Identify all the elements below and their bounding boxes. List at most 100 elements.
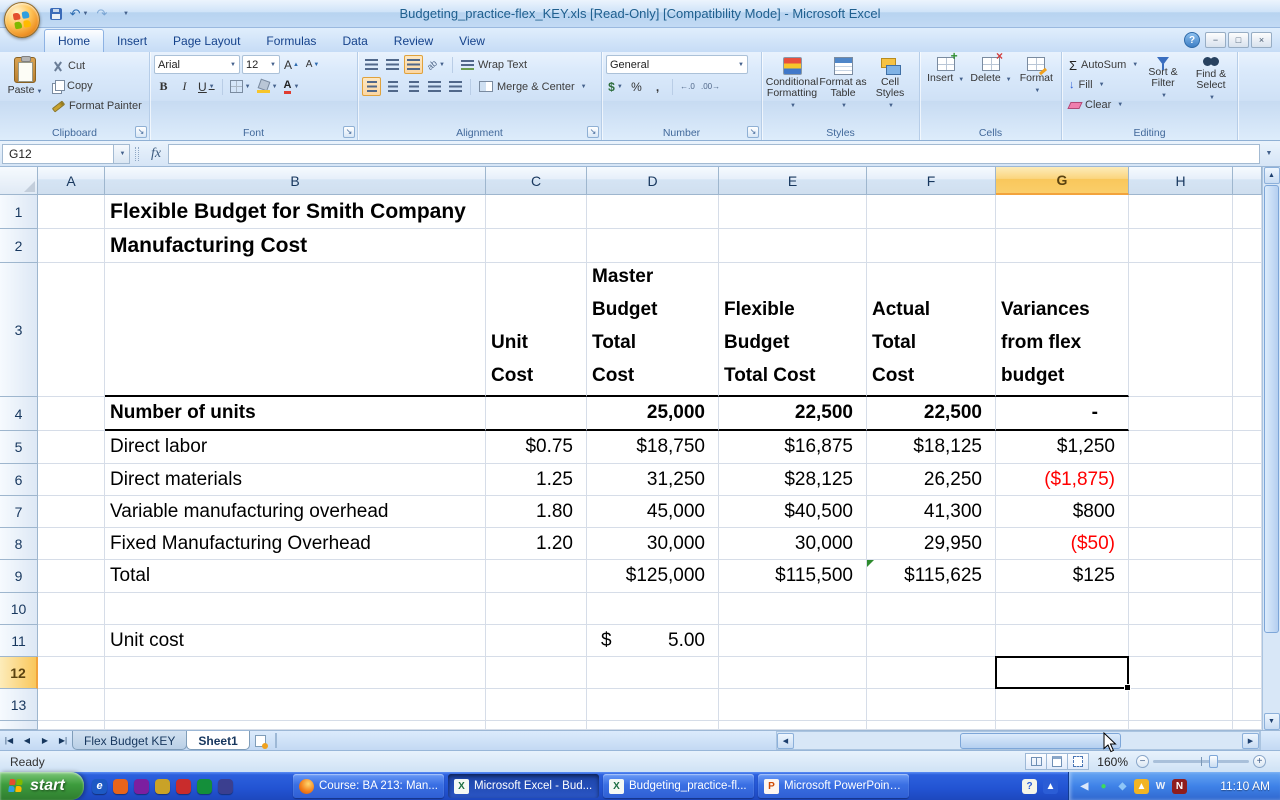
cell-A3[interactable] [38, 263, 105, 397]
decrease-decimal-button[interactable]: .00→ [699, 77, 722, 96]
tab-scroll-splitter[interactable] [274, 733, 282, 748]
cell-D9[interactable]: $125,000 [587, 560, 719, 593]
quicklaunch-mail-icon[interactable] [155, 778, 170, 794]
column-header-F[interactable]: F [867, 167, 996, 195]
cell-G2[interactable] [996, 229, 1129, 263]
cell-E9[interactable]: $115,500 [719, 560, 867, 593]
cell-F1[interactable] [867, 195, 996, 229]
clear-button[interactable]: Clear ▼ [1066, 96, 1138, 114]
autosum-button[interactable]: Σ AutoSum ▼ [1066, 56, 1138, 74]
top-align-button[interactable] [362, 55, 381, 74]
percent-style-button[interactable]: % [627, 77, 646, 96]
cell-A14[interactable] [38, 721, 105, 730]
cell-B13[interactable] [105, 689, 486, 721]
cell-E2[interactable] [719, 229, 867, 263]
borders-button[interactable]: ▼ [228, 77, 253, 96]
cell-H1[interactable] [1129, 195, 1233, 229]
help-button[interactable]: ? [1184, 32, 1200, 48]
quicklaunch-app-green-icon[interactable] [197, 778, 212, 794]
underline-button[interactable]: U ▼ [196, 77, 217, 96]
cell-C14[interactable] [486, 721, 587, 730]
cell-H7[interactable] [1129, 496, 1233, 528]
cell-B8[interactable]: Fixed Manufacturing Overhead [105, 528, 486, 560]
bold-button[interactable]: B [154, 77, 173, 96]
grow-font-button[interactable]: A ▲ [282, 55, 301, 74]
taskbar-button[interactable]: X Budgeting_practice-fl... [603, 774, 754, 798]
cell-E10[interactable] [719, 593, 867, 625]
cell-F7[interactable]: 41,300 [867, 496, 996, 528]
middle-align-button[interactable] [383, 55, 402, 74]
cell-H2[interactable] [1129, 229, 1233, 263]
last-sheet-button[interactable]: ▶| [54, 731, 72, 750]
tray-hidden-icons-chevron[interactable]: ◀ [1077, 779, 1092, 794]
cell-F5[interactable]: $18,125 [867, 431, 996, 464]
scroll-left-arrow[interactable]: ◀ [777, 732, 794, 749]
undo-button[interactable]: ↶ ▼ [69, 4, 89, 23]
cell-F4[interactable]: 22,500 [867, 397, 996, 431]
bottom-align-button[interactable] [404, 55, 423, 74]
column-header-G[interactable]: G [996, 167, 1129, 195]
expand-formula-bar-button[interactable]: ▼ [1260, 144, 1278, 164]
decrease-indent-button[interactable] [425, 77, 444, 96]
cell-H11[interactable] [1129, 625, 1233, 657]
cell-C9[interactable] [486, 560, 587, 593]
cell-H14[interactable] [1129, 721, 1233, 730]
font-color-button[interactable]: A ▼ [282, 77, 302, 96]
cell-C3[interactable]: Unit Cost [486, 263, 587, 397]
row-header-6[interactable]: 6 [0, 464, 38, 496]
insert-cells-button[interactable]: Insert ▼ [924, 51, 967, 124]
cell-F9[interactable]: $115,625 [867, 560, 996, 593]
cell-G14[interactable] [996, 721, 1129, 730]
cell-H4[interactable] [1129, 397, 1233, 431]
cell-B11[interactable]: Unit cost [105, 625, 486, 657]
cell-G6[interactable]: ($1,875) [996, 464, 1129, 496]
cell-B3[interactable] [105, 263, 486, 397]
copy-button[interactable]: Copy [49, 77, 145, 95]
cell-E6[interactable]: $28,125 [719, 464, 867, 496]
cell-G13[interactable] [996, 689, 1129, 721]
ribbon-tab-formulas[interactable]: Formulas [253, 30, 329, 52]
name-box-dropdown[interactable]: ▼ [114, 143, 130, 164]
cell-A2[interactable] [38, 229, 105, 263]
cell-A5[interactable] [38, 431, 105, 464]
taskbar-button[interactable]: Course: BA 213: Man... [293, 774, 444, 798]
cell-C7[interactable]: 1.80 [486, 496, 587, 528]
cell-D2[interactable] [587, 229, 719, 263]
cell-A1[interactable] [38, 195, 105, 229]
cell-G3[interactable]: Variances from flex budget [996, 263, 1129, 397]
cell-D8[interactable]: 30,000 [587, 528, 719, 560]
tray-blue-app-icon[interactable]: ◆ [1115, 779, 1130, 794]
zoom-out-button[interactable]: − [1136, 755, 1149, 768]
cell-E11[interactable] [719, 625, 867, 657]
shrink-font-button[interactable]: A ▼ [303, 55, 322, 74]
font-dialog-launcher[interactable]: ↘ [343, 126, 355, 138]
cell-A8[interactable] [38, 528, 105, 560]
cell-C6[interactable]: 1.25 [486, 464, 587, 496]
start-button[interactable]: start [0, 772, 84, 800]
cell-A11[interactable] [38, 625, 105, 657]
comma-style-button[interactable]: , [648, 77, 667, 96]
tray-update-shield-icon[interactable]: ▲ [1134, 778, 1149, 794]
vertical-scroll-thumb[interactable] [1264, 185, 1279, 633]
horizontal-scroll-track[interactable] [794, 732, 1242, 749]
cell-E12[interactable] [719, 657, 867, 689]
qat-customize-button[interactable]: ▼ [115, 4, 135, 23]
increase-indent-button[interactable] [446, 77, 465, 96]
quicklaunch-firefox-icon[interactable] [113, 778, 128, 794]
cell-G7[interactable]: $800 [996, 496, 1129, 528]
cell-G9[interactable]: $125 [996, 560, 1129, 593]
cell-styles-button[interactable]: Cell Styles ▼ [868, 55, 912, 124]
cell-D12[interactable] [587, 657, 719, 689]
cell-B6[interactable]: Direct materials [105, 464, 486, 496]
cell-E14[interactable] [719, 721, 867, 730]
cell-F2[interactable] [867, 229, 996, 263]
horizontal-scroll-thumb[interactable] [959, 732, 1122, 749]
row-header-14[interactable] [0, 721, 38, 730]
quicklaunch-app-red-icon[interactable] [176, 778, 191, 794]
row-header-3[interactable]: 3 [0, 263, 38, 397]
font-name-select[interactable]: Arial ▼ [154, 55, 240, 74]
cell-C4[interactable] [486, 397, 587, 431]
cell-D14[interactable] [587, 721, 719, 730]
first-sheet-button[interactable]: |◀ [0, 731, 18, 750]
save-button[interactable] [46, 4, 66, 23]
